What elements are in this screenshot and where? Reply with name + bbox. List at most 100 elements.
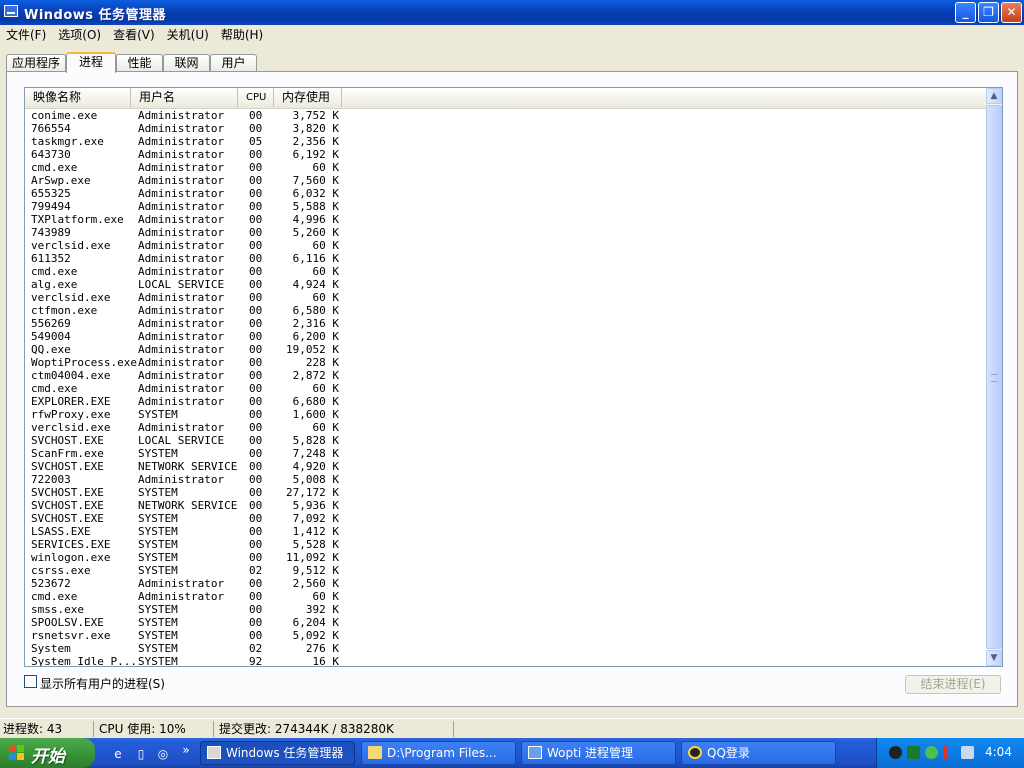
process-user: Administrator	[138, 382, 225, 395]
process-row[interactable]: winlogon.exe SYSTEM 00 11,092 K	[25, 551, 986, 564]
maximize-button[interactable]: ❐	[978, 2, 999, 23]
process-row[interactable]: ctfmon.exe Administrator 00 6,580 K	[25, 304, 986, 317]
process-row[interactable]: SVCHOST.EXE SYSTEM 00 27,172 K	[25, 486, 986, 499]
process-row[interactable]: SERVICES.EXE SYSTEM 00 5,528 K	[25, 538, 986, 551]
process-row[interactable]: alg.exe LOCAL SERVICE 00 4,924 K	[25, 278, 986, 291]
process-row[interactable]: EXPLORER.EXE Administrator 00 6,680 K	[25, 395, 986, 408]
process-row[interactable]: rsnetsvr.exe SYSTEM 00 5,092 K	[25, 629, 986, 642]
close-button[interactable]: ✕	[1001, 2, 1022, 23]
process-row[interactable]: ArSwp.exe Administrator 00 7,560 K	[25, 174, 986, 187]
process-row[interactable]: conime.exe Administrator 00 3,752 K	[25, 109, 986, 122]
column-image-name[interactable]: 映像名称	[25, 88, 131, 107]
title-bar[interactable]: Windows 任务管理器 _ ❐ ✕	[0, 0, 1024, 25]
process-cpu: 00	[249, 161, 263, 174]
internet-explorer-icon[interactable]: e	[110, 746, 126, 762]
vertical-scrollbar[interactable]: ▲ ▼	[986, 88, 1002, 666]
task-button-wopti[interactable]: Wopti 进程管理	[521, 741, 676, 765]
process-row[interactable]: smss.exe SYSTEM 00 392 K	[25, 603, 986, 616]
process-row[interactable]: csrss.exe SYSTEM 02 9,512 K	[25, 564, 986, 577]
process-list[interactable]: 映像名称 用户名 CPU 内存使用 conime.exe Administrato…	[24, 87, 1003, 667]
process-row[interactable]: cmd.exe Administrator 00 60 K	[25, 382, 986, 395]
process-row[interactable]: cmd.exe Administrator 00 60 K	[25, 265, 986, 278]
process-row[interactable]: SVCHOST.EXE NETWORK SERVICE 00 5,936 K	[25, 499, 986, 512]
tab-processes[interactable]: 进程	[66, 52, 116, 73]
process-row[interactable]: ctm04004.exe Administrator 00 2,872 K	[25, 369, 986, 382]
process-cpu: 00	[249, 356, 263, 369]
process-row[interactable]: QQ.exe Administrator 00 19,052 K	[25, 343, 986, 356]
minimize-button[interactable]: _	[955, 2, 976, 23]
start-button[interactable]: 开始	[0, 738, 95, 768]
tab-performance[interactable]: 性能	[116, 54, 163, 71]
process-row[interactable]: verclsid.exe Administrator 00 60 K	[25, 239, 986, 252]
scroll-down-button[interactable]: ▼	[986, 650, 1002, 666]
process-row[interactable]: verclsid.exe Administrator 00 60 K	[25, 291, 986, 304]
task-button-qq-login[interactable]: QQ登录	[681, 741, 836, 765]
process-row[interactable]: cmd.exe Administrator 00 60 K	[25, 161, 986, 174]
process-row[interactable]: 655325 Administrator 00 6,032 K	[25, 187, 986, 200]
show-all-users-checkbox[interactable]	[24, 675, 37, 688]
process-row[interactable]: 643730 Administrator 00 6,192 K	[25, 148, 986, 161]
process-memory: 11,092 K	[286, 551, 339, 564]
process-name: 722003	[31, 473, 71, 486]
process-cpu: 02	[249, 564, 263, 577]
process-row[interactable]: 549004 Administrator 00 6,200 K	[25, 330, 986, 343]
process-row[interactable]: 799494 Administrator 00 5,588 K	[25, 200, 986, 213]
network-tray-icon[interactable]	[961, 746, 974, 759]
scroll-thumb[interactable]	[986, 105, 1002, 649]
menu-help[interactable]: 帮助(H)	[215, 25, 269, 45]
menu-view[interactable]: 查看(V)	[107, 25, 161, 45]
process-memory: 5,528 K	[292, 538, 339, 551]
menu-shutdown[interactable]: 关机(U)	[161, 25, 215, 45]
scroll-up-button[interactable]: ▲	[986, 88, 1002, 104]
column-cpu[interactable]: CPU	[238, 88, 274, 107]
column-user-name[interactable]: 用户名	[131, 88, 238, 107]
process-row[interactable]: TXPlatform.exe Administrator 00 4,996 K	[25, 213, 986, 226]
process-name: conime.exe	[31, 109, 98, 122]
process-cpu: 00	[249, 525, 263, 538]
process-row[interactable]: ScanFrm.exe SYSTEM 00 7,248 K	[25, 447, 986, 460]
process-cpu: 00	[249, 265, 263, 278]
process-name: 766554	[31, 122, 71, 135]
process-memory: 19,052 K	[286, 343, 339, 356]
process-row[interactable]: SPOOLSV.EXE SYSTEM 00 6,204 K	[25, 616, 986, 629]
menu-options[interactable]: 选项(O)	[52, 25, 107, 45]
show-desktop-icon[interactable]: ▯	[133, 746, 149, 762]
process-row[interactable]: SVCHOST.EXE LOCAL SERVICE 00 5,828 K	[25, 434, 986, 447]
task-button-task-manager[interactable]: Windows 任务管理器	[200, 741, 355, 765]
process-row[interactable]: 743989 Administrator 00 5,260 K	[25, 226, 986, 239]
process-row[interactable]: SVCHOST.EXE SYSTEM 00 7,092 K	[25, 512, 986, 525]
process-row[interactable]: SVCHOST.EXE NETWORK SERVICE 00 4,920 K	[25, 460, 986, 473]
process-row[interactable]: 611352 Administrator 00 6,116 K	[25, 252, 986, 265]
process-row[interactable]: 766554 Administrator 00 3,820 K	[25, 122, 986, 135]
process-row[interactable]: 722003 Administrator 00 5,008 K	[25, 473, 986, 486]
end-process-button[interactable]: 结束进程(E)	[905, 675, 1001, 694]
tab-users[interactable]: 用户	[210, 54, 257, 71]
process-row[interactable]: System SYSTEM 02 276 K	[25, 642, 986, 655]
process-cpu: 00	[249, 369, 263, 382]
monitor-tray-icon[interactable]	[907, 746, 920, 759]
tab-applications[interactable]: 应用程序	[6, 54, 66, 71]
process-row[interactable]: System Idle P... SYSTEM 92 16 K	[25, 655, 986, 666]
quicklaunch-more-icon[interactable]: »	[178, 742, 194, 758]
process-row[interactable]: taskmgr.exe Administrator 05 2,356 K	[25, 135, 986, 148]
tab-networking[interactable]: 联网	[163, 54, 210, 71]
process-row[interactable]: WoptiProcess.exe Administrator 00 228 K	[25, 356, 986, 369]
process-row[interactable]: LSASS.EXE SYSTEM 00 1,412 K	[25, 525, 986, 538]
process-row[interactable]: verclsid.exe Administrator 00 60 K	[25, 421, 986, 434]
task-button-program-files[interactable]: D:\Program Files...	[361, 741, 516, 765]
antivirus-tray-icon[interactable]	[943, 746, 948, 759]
process-user: Administrator	[138, 148, 225, 161]
process-row[interactable]: rfwProxy.exe SYSTEM 00 1,600 K	[25, 408, 986, 421]
process-memory: 60 K	[312, 291, 340, 304]
column-memory[interactable]: 内存使用	[274, 88, 342, 107]
qq-tray-icon[interactable]	[889, 746, 902, 759]
process-row[interactable]: 523672 Administrator 00 2,560 K	[25, 577, 986, 590]
process-user: Administrator	[138, 473, 225, 486]
process-row[interactable]: 556269 Administrator 00 2,316 K	[25, 317, 986, 330]
clock[interactable]: 4:04	[985, 745, 1012, 759]
media-player-icon[interactable]: ◎	[155, 746, 171, 762]
menu-file[interactable]: 文件(F)	[0, 25, 52, 45]
process-name: EXPLORER.EXE	[31, 395, 111, 408]
process-row[interactable]: cmd.exe Administrator 00 60 K	[25, 590, 986, 603]
firewall-tray-icon[interactable]	[925, 746, 938, 759]
